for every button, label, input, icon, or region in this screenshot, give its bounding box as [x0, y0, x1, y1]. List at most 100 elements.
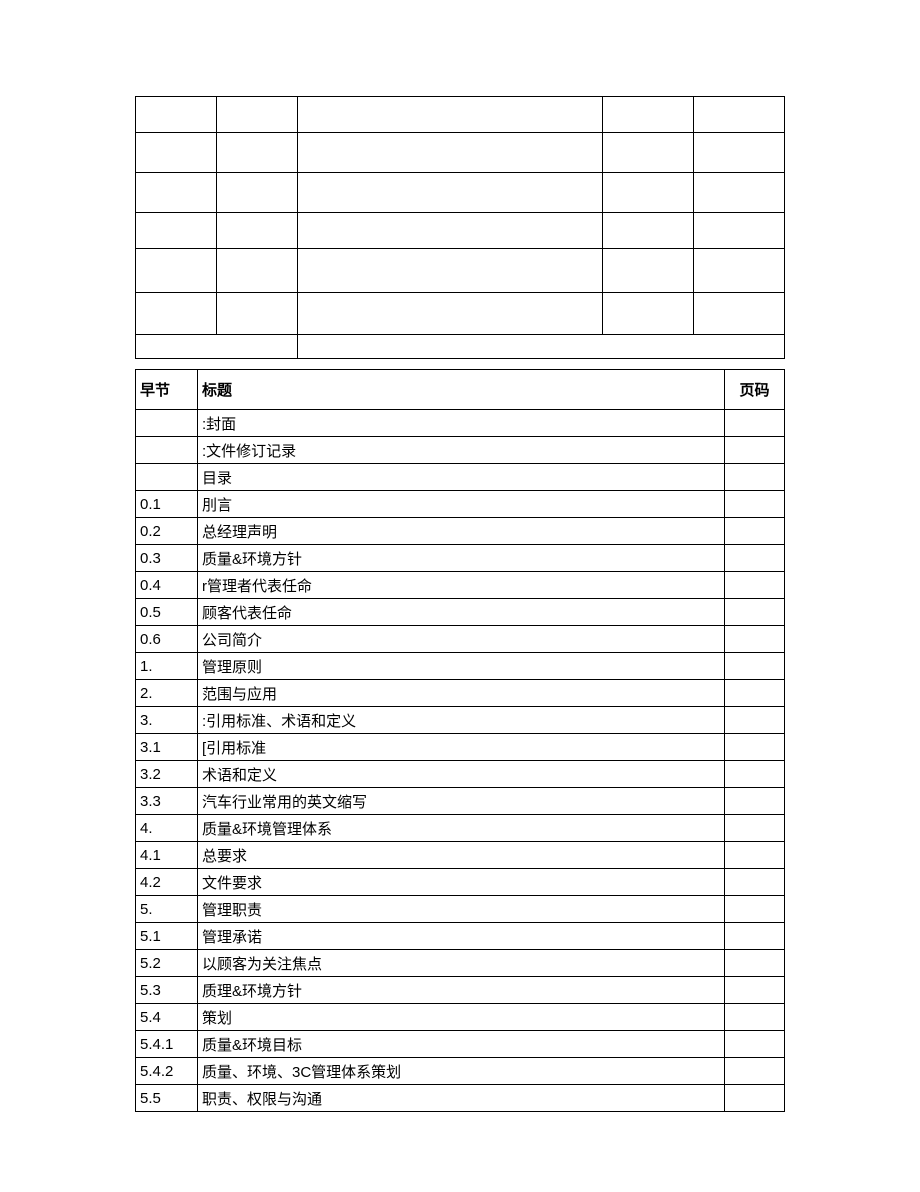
toc-page-cell	[725, 734, 785, 761]
toc-page-cell	[725, 653, 785, 680]
toc-header-section: 早节	[136, 370, 198, 410]
toc-title-cell: 总要求	[198, 842, 725, 869]
toc-row: 4.1总要求	[136, 842, 785, 869]
toc-title-cell: 策划	[198, 1004, 725, 1031]
toc-page-cell	[725, 761, 785, 788]
toc-row: 2.范围与应用	[136, 680, 785, 707]
empty-cell	[136, 249, 217, 293]
toc-section-cell: 3.	[136, 707, 198, 734]
empty-cell	[603, 133, 694, 173]
toc-row: 0.2总经理声明	[136, 518, 785, 545]
toc-title-cell: 管理承诺	[198, 923, 725, 950]
toc-section-cell: 5.2	[136, 950, 198, 977]
toc-container: 早节 标题 页码 :封面:文件修订记录目录0.1刖言0.2总经理声明0.3质量&…	[135, 369, 785, 1112]
toc-title-cell: 管理原则	[198, 653, 725, 680]
empty-cell	[298, 293, 603, 335]
toc-title-cell: 刖言	[198, 491, 725, 518]
toc-page-cell	[725, 842, 785, 869]
toc-row: :文件修订记录	[136, 437, 785, 464]
toc-row: 5.4.1质量&环境目标	[136, 1031, 785, 1058]
toc-row: 0.3质量&环境方针	[136, 545, 785, 572]
toc-title-cell: [引用标准	[198, 734, 725, 761]
toc-section-cell	[136, 464, 198, 491]
toc-row: 5.4.2质量、环境、3C管理体系策划	[136, 1058, 785, 1085]
empty-cell	[603, 97, 694, 133]
toc-row: 0.5顾客代表任命	[136, 599, 785, 626]
toc-page-cell	[725, 788, 785, 815]
toc-section-cell: 5.4.2	[136, 1058, 198, 1085]
empty-cell	[298, 97, 603, 133]
toc-title-cell: 职责、权限与沟通	[198, 1085, 725, 1112]
empty-cell	[136, 133, 217, 173]
toc-title-cell: 总经理声明	[198, 518, 725, 545]
toc-page-cell	[725, 977, 785, 1004]
toc-section-cell: 5.1	[136, 923, 198, 950]
toc-section-cell: 2.	[136, 680, 198, 707]
toc-row: 3.2术语和定义	[136, 761, 785, 788]
toc-row: 0.6公司简介	[136, 626, 785, 653]
revision-record-table	[135, 96, 785, 359]
empty-cell	[603, 249, 694, 293]
toc-page-cell	[725, 1085, 785, 1112]
toc-section-cell: 0.3	[136, 545, 198, 572]
toc-row: 5.1管理承诺	[136, 923, 785, 950]
toc-section-cell: 4.2	[136, 869, 198, 896]
toc-section-cell: 5.5	[136, 1085, 198, 1112]
toc-title-cell: 质量&环境目标	[198, 1031, 725, 1058]
toc-page-cell	[725, 437, 785, 464]
toc-row: 5.3质理&环境方针	[136, 977, 785, 1004]
toc-title-cell: 质量、环境、3C管理体系策划	[198, 1058, 725, 1085]
toc-section-cell: 5.3	[136, 977, 198, 1004]
toc-page-cell	[725, 950, 785, 977]
toc-page-cell	[725, 626, 785, 653]
toc-title-cell: 质量&环境方针	[198, 545, 725, 572]
empty-cell	[217, 133, 298, 173]
toc-page-cell	[725, 1031, 785, 1058]
empty-cell	[298, 133, 603, 173]
empty-cell	[136, 97, 217, 133]
toc-title-cell: 质理&环境方针	[198, 977, 725, 1004]
empty-cell	[217, 293, 298, 335]
toc-section-cell: 0.2	[136, 518, 198, 545]
toc-title-cell: 管理职责	[198, 896, 725, 923]
toc-header-row: 早节 标题 页码	[136, 370, 785, 410]
empty-cell	[298, 213, 603, 249]
toc-title-cell: 范围与应用	[198, 680, 725, 707]
toc-title-cell: 顾客代表任命	[198, 599, 725, 626]
empty-cell	[136, 173, 217, 213]
toc-title-cell: 目录	[198, 464, 725, 491]
toc-section-cell: 0.1	[136, 491, 198, 518]
toc-page-cell	[725, 491, 785, 518]
toc-row: :封面	[136, 410, 785, 437]
toc-section-cell	[136, 437, 198, 464]
toc-page-cell	[725, 869, 785, 896]
empty-cell	[298, 335, 785, 359]
empty-cell	[298, 173, 603, 213]
toc-section-cell	[136, 410, 198, 437]
toc-title-cell: 以顾客为关注焦点	[198, 950, 725, 977]
toc-page-cell	[725, 896, 785, 923]
toc-title-cell: :封面	[198, 410, 725, 437]
toc-row: 5.4策划	[136, 1004, 785, 1031]
toc-title-cell: :引用标准、术语和定义	[198, 707, 725, 734]
toc-row: 5.管理职责	[136, 896, 785, 923]
toc-header-title: 标题	[198, 370, 725, 410]
toc-page-cell	[725, 1058, 785, 1085]
toc-page-cell	[725, 599, 785, 626]
toc-header-page: 页码	[725, 370, 785, 410]
toc-row: 5.5职责、权限与沟通	[136, 1085, 785, 1112]
toc-section-cell: 4.	[136, 815, 198, 842]
toc-page-cell	[725, 572, 785, 599]
toc-section-cell: 0.6	[136, 626, 198, 653]
toc-page-cell	[725, 464, 785, 491]
toc-section-cell: 1.	[136, 653, 198, 680]
empty-cell	[217, 173, 298, 213]
toc-row: 目录	[136, 464, 785, 491]
empty-cell	[136, 335, 298, 359]
toc-section-cell: 0.5	[136, 599, 198, 626]
toc-section-cell: 3.1	[136, 734, 198, 761]
toc-title-cell: 汽车行业常用的英文缩写	[198, 788, 725, 815]
toc-title-cell: :文件修订记录	[198, 437, 725, 464]
toc-title-cell: 文件要求	[198, 869, 725, 896]
empty-cell	[694, 173, 785, 213]
